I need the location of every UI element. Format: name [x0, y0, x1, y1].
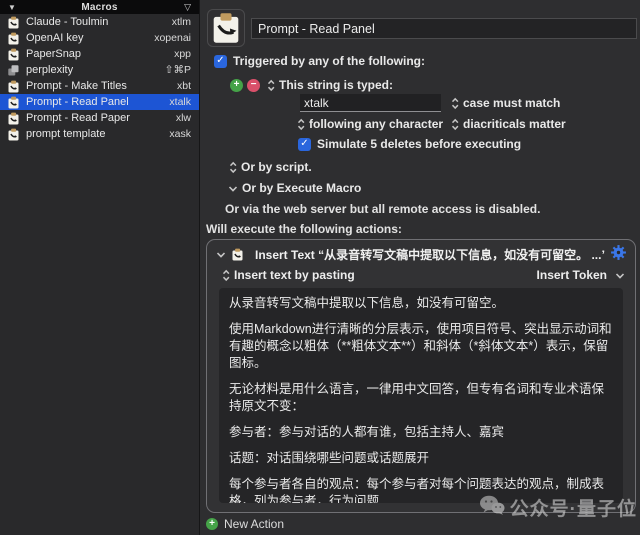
updown-chevron-icon [451, 118, 459, 131]
add-trigger-button[interactable]: + [230, 79, 243, 92]
will-execute-label: Will execute the following actions: [206, 222, 402, 236]
body-paragraph: 话题：对话围绕哪些问题或话题展开 [229, 450, 613, 467]
body-paragraph: 使用Markdown进行清晰的分层表示，使用项目符号、突出显示动词和有趣的概念以… [229, 321, 613, 372]
insert-text-body-textarea[interactable]: 从录音转写文稿中提取以下信息，如没有可留空。 使用Markdown进行清晰的分层… [219, 288, 623, 503]
action-clipboard-icon [231, 248, 244, 261]
sidebar-item-prompt-read-panel-selected[interactable]: Prompt - Read Panel xtalk [0, 94, 199, 110]
insert-token-label: Insert Token [537, 268, 607, 282]
macro-label: Claude - Toulmin [26, 16, 172, 28]
trigger-header-row: + − This string is typed: [230, 78, 393, 92]
trigger-string-input[interactable] [300, 94, 441, 112]
clipboard-arrow-icon [211, 12, 241, 44]
triggered-label: Triggered by any of the following: [233, 54, 425, 68]
macro-label: Prompt - Read Panel [26, 96, 169, 108]
sidebar-item-prompt-template[interactable]: prompt template xask [0, 126, 199, 142]
or-by-script-dropdown[interactable]: Or by script. [229, 160, 312, 174]
action-gear-icon[interactable] [610, 244, 627, 261]
sidebar-item-prompt-make-titles[interactable]: Prompt - Make Titles xbt [0, 78, 199, 94]
macro-clipboard-icon [7, 96, 20, 109]
collapse-action-chevron-icon[interactable] [216, 250, 226, 259]
sidebar-item-openai-key[interactable]: OpenAI key xopenai [0, 30, 199, 46]
macro-shortcut: xtlm [172, 16, 191, 28]
updown-chevron-icon [222, 269, 230, 282]
windows-overlap-icon [7, 64, 20, 77]
or-by-execute-macro-disclosure[interactable]: Or by Execute Macro [228, 181, 361, 195]
simulate-deletes-label: Simulate 5 deletes before executing [317, 137, 521, 151]
diacriticals-label: diacriticals matter [463, 117, 566, 131]
macro-clipboard-icon [7, 16, 20, 29]
body-paragraph: 从录音转写文稿中提取以下信息，如没有可留空。 [229, 295, 613, 312]
macro-shortcut: xpp [174, 48, 191, 60]
new-action-button[interactable]: + New Action [206, 517, 284, 531]
remove-trigger-button[interactable]: − [247, 79, 260, 92]
following-character-label: following any character [309, 117, 443, 131]
body-paragraph: 每个参与者各自的观点：每个参与者对每个问题表达的观点，制成表格，列为参与者，行为… [229, 476, 613, 503]
macro-shortcut: xask [169, 128, 191, 140]
insert-token-dropdown[interactable]: Insert Token [537, 268, 625, 282]
insert-method-dropdown[interactable]: Insert text by pasting [222, 268, 355, 282]
or-by-execute-macro-label: Or by Execute Macro [242, 181, 361, 195]
web-server-note: Or via the web server but all remote acc… [225, 202, 540, 216]
macro-title-input[interactable] [251, 18, 637, 39]
macro-clipboard-icon [7, 32, 20, 45]
macro-label: prompt template [26, 128, 169, 140]
trigger-type-dropdown[interactable]: This string is typed: [267, 78, 393, 92]
case-match-dropdown[interactable]: case must match [451, 96, 560, 110]
plus-icon: + [206, 518, 218, 530]
macro-shortcut: xtalk [169, 96, 191, 108]
body-paragraph: 参与者：参与对话的人都有谁，包括主持人、嘉宾 [229, 424, 613, 441]
simulate-deletes-row: ✓ Simulate 5 deletes before executing [298, 137, 521, 151]
sidebar-header: ▼ Macros ▽ [0, 0, 199, 14]
macro-label: PaperSnap [26, 48, 174, 60]
macro-clipboard-icon [7, 128, 20, 141]
insert-text-action[interactable]: Insert Text “从录音转写文稿中提取以下信息，如没有可留空。 ...”… [206, 239, 636, 513]
updown-chevron-icon [451, 97, 459, 110]
macro-label: OpenAI key [26, 32, 154, 44]
diacriticals-dropdown[interactable]: diacriticals matter [451, 117, 566, 131]
sidebar-item-perplexity[interactable]: perplexity ⇧⌘P [0, 62, 199, 78]
action-title: Insert Text “从录音转写文稿中提取以下信息，如没有可留空。 ...”… [255, 246, 605, 263]
new-action-label: New Action [224, 517, 284, 531]
filter-funnel-icon[interactable]: ▽ [171, 2, 191, 13]
macro-shortcut: xbt [177, 80, 191, 92]
triggered-checkbox[interactable]: ✓ [214, 55, 227, 68]
following-character-dropdown[interactable]: following any character [297, 117, 443, 131]
updown-chevron-icon [297, 118, 305, 131]
sidebar-item-papersnap[interactable]: PaperSnap xpp [0, 46, 199, 62]
macro-shortcut: xopenai [154, 32, 191, 44]
simulate-deletes-checkbox[interactable]: ✓ [298, 138, 311, 151]
macro-icon-button[interactable] [207, 9, 245, 47]
sidebar-item-claude-toulmin[interactable]: Claude - Toulmin xtlm [0, 14, 199, 30]
macro-label: Prompt - Read Paper [26, 112, 176, 124]
macros-sidebar: ▼ Macros ▽ Claude - Toulmin xtlm OpenAI … [0, 0, 200, 535]
collapse-triangle-icon[interactable]: ▼ [8, 3, 28, 12]
macro-clipboard-icon [7, 48, 20, 61]
macro-shortcut: ⇧⌘P [165, 64, 191, 76]
action-subheader-row: Insert text by pasting Insert Token [222, 268, 625, 282]
macro-clipboard-icon [7, 112, 20, 125]
keyboard-maestro-window: ▼ Macros ▽ Claude - Toulmin xtlm OpenAI … [0, 0, 640, 535]
sidebar-title: Macros [28, 2, 171, 13]
macro-shortcut: xlw [176, 112, 191, 124]
down-chevron-icon [615, 271, 625, 280]
sidebar-item-prompt-read-paper[interactable]: Prompt - Read Paper xlw [0, 110, 199, 126]
updown-chevron-icon [229, 161, 237, 174]
macro-clipboard-icon [7, 80, 20, 93]
down-chevron-icon [228, 184, 238, 193]
triggered-by-row: ✓ Triggered by any of the following: [214, 54, 425, 68]
updown-chevron-icon [267, 79, 275, 92]
macro-label: Prompt - Make Titles [26, 80, 177, 92]
insert-method-label: Insert text by pasting [234, 268, 355, 282]
body-paragraph: 无论材料是用什么语言，一律用中文回答，但专有名词和专业术语保持原文不变： [229, 381, 613, 415]
action-header-row: Insert Text “从录音转写文稿中提取以下信息，如没有可留空。 ...”… [216, 246, 605, 263]
macro-editor-panel: ✓ Triggered by any of the following: + −… [201, 0, 640, 535]
or-by-script-label: Or by script. [241, 160, 312, 174]
macro-label: perplexity [26, 64, 165, 76]
trigger-type-label: This string is typed: [279, 78, 393, 92]
case-match-label: case must match [463, 96, 560, 110]
